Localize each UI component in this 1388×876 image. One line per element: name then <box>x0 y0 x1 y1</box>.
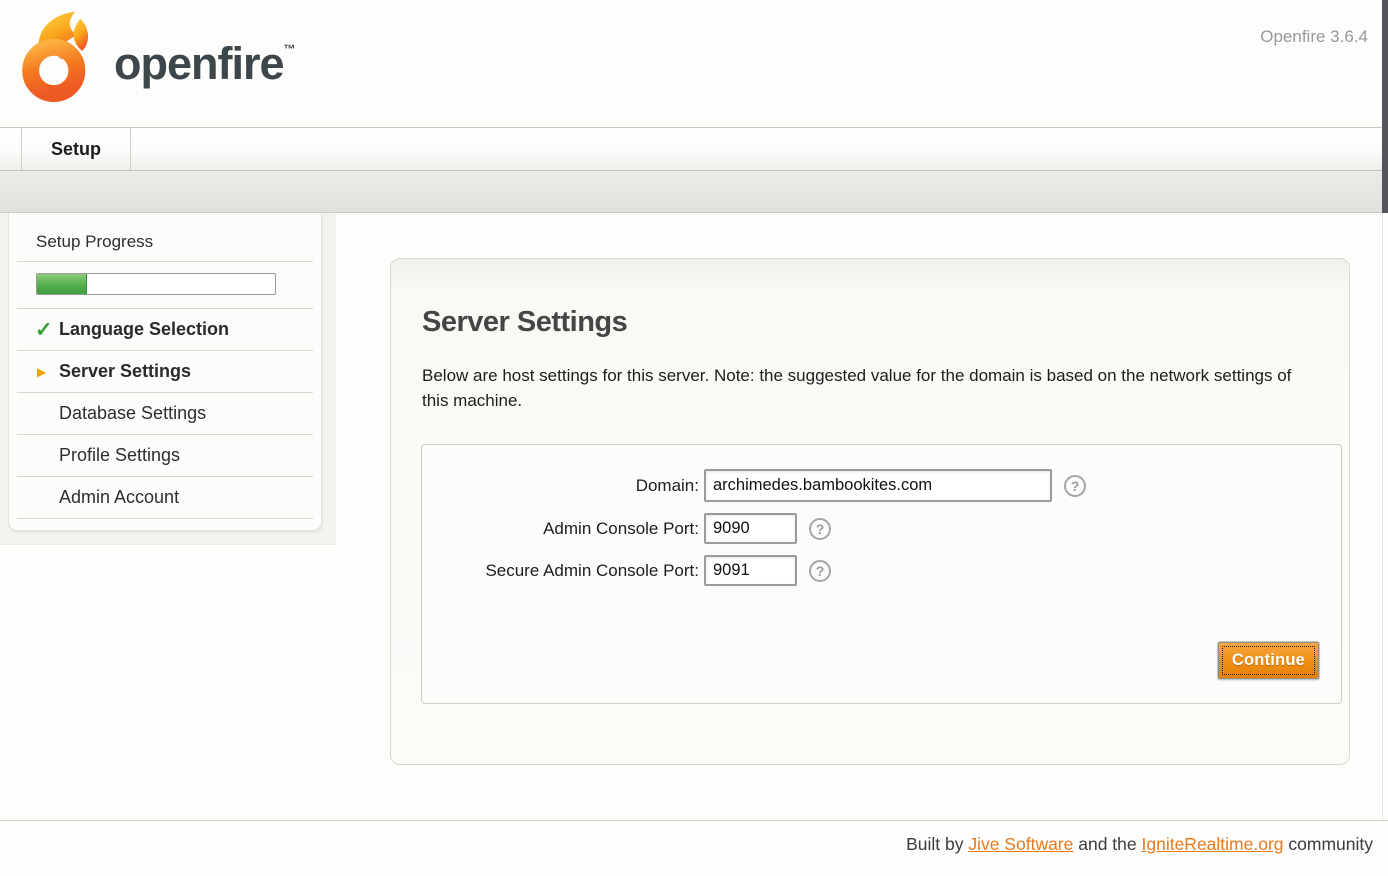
sub-nav-band <box>0 171 1388 213</box>
form-row-secure-port: Secure Admin Console Port: ? <box>422 555 1341 586</box>
sidebar-title: Setup Progress <box>17 228 313 262</box>
version-label: Openfire 3.6.4 <box>1260 27 1368 47</box>
secure-port-label: Secure Admin Console Port: <box>422 561 699 581</box>
tab-setup[interactable]: Setup <box>21 128 131 170</box>
admin-port-input[interactable] <box>704 513 797 544</box>
sidebar-item-admin-account[interactable]: Admin Account <box>17 477 313 519</box>
help-icon[interactable]: ? <box>809 560 831 582</box>
progress-bar <box>17 262 313 309</box>
page-description: Below are host settings for this server.… <box>422 363 1302 413</box>
setup-progress-panel: Setup Progress ✓ Language Selection ▶ Se… <box>8 213 322 531</box>
domain-label: Domain: <box>422 476 699 496</box>
sidebar-item-label: Language Selection <box>59 319 229 339</box>
main-content-panel: Server Settings Below are host settings … <box>390 258 1350 765</box>
sidebar-item-label: Profile Settings <box>59 445 180 465</box>
jive-software-link[interactable]: Jive Software <box>968 834 1073 854</box>
header: openfire™ Openfire 3.6.4 <box>0 0 1388 127</box>
form-row-admin-port: Admin Console Port: ? <box>422 513 1341 544</box>
flame-icon <box>20 8 100 108</box>
progress-fill <box>37 274 87 294</box>
arrow-right-icon: ▶ <box>37 365 46 379</box>
footer-text-suffix: community <box>1284 834 1373 854</box>
continue-button[interactable]: Continue <box>1218 642 1319 679</box>
admin-port-label: Admin Console Port: <box>422 519 699 539</box>
sidebar-item-label: Database Settings <box>59 403 206 423</box>
secure-port-input[interactable] <box>704 555 797 586</box>
sidebar-item-profile-settings[interactable]: Profile Settings <box>17 435 313 477</box>
footer-text-prefix: Built by <box>906 834 968 854</box>
server-settings-form: Domain: ? Admin Console Port: ? Secure A… <box>421 444 1342 704</box>
progress-track <box>36 273 276 295</box>
form-row-domain: Domain: ? <box>422 469 1341 502</box>
sidebar-item-database-settings[interactable]: Database Settings <box>17 393 313 435</box>
sidebar-item-language-selection[interactable]: ✓ Language Selection <box>17 309 313 351</box>
openfire-logo: openfire™ <box>20 8 295 108</box>
check-icon: ✓ <box>35 317 53 342</box>
tab-bar: Setup <box>0 127 1388 171</box>
trademark: ™ <box>284 42 295 56</box>
help-icon[interactable]: ? <box>809 518 831 540</box>
logo-wordmark: openfire™ <box>114 41 295 108</box>
footer: Built by Jive Software and the IgniteRea… <box>0 820 1388 876</box>
igniterealtime-link[interactable]: IgniteRealtime.org <box>1142 834 1284 854</box>
window-edge-light <box>1382 213 1383 820</box>
footer-text-middle: and the <box>1073 834 1141 854</box>
sidebar-item-label: Admin Account <box>59 487 179 507</box>
sidebar-item-label: Server Settings <box>59 361 191 381</box>
window-edge-dark <box>1382 0 1388 213</box>
domain-input[interactable] <box>704 469 1052 502</box>
sidebar-item-server-settings[interactable]: ▶ Server Settings <box>17 351 313 393</box>
page-title: Server Settings <box>422 306 1349 339</box>
help-icon[interactable]: ? <box>1064 475 1086 497</box>
